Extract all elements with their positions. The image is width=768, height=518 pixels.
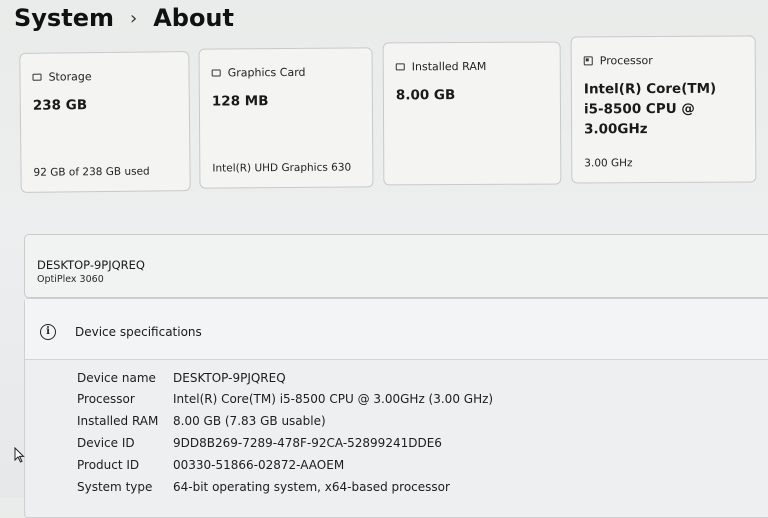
installed-ram-card[interactable]: Installed RAM 8.00 GB (382, 41, 562, 186)
storage-card[interactable]: Storage 238 GB 92 GB of 238 GB used (19, 51, 191, 193)
graphics-adapter-name: Intel(R) UHD Graphics 630 (212, 161, 352, 175)
processor-speed: 3.00 GHz (584, 157, 633, 170)
spec-row-device-name: Device name DESKTOP-9PJQREQ (77, 371, 286, 385)
graphics-card-card[interactable]: Graphics Card 128 MB Intel(R) UHD Graphi… (198, 47, 374, 189)
storage-title-text: Storage (48, 70, 92, 84)
memory-icon (395, 63, 405, 71)
processor-icon (583, 56, 593, 66)
device-name-card: DESKTOP-9PJQREQ OptiPlex 3060 (24, 234, 768, 298)
graphics-card-title: Graphics Card (211, 65, 306, 80)
spec-row-processor: Processor Intel(R) Core(TM) i5-8500 CPU … (77, 392, 493, 406)
processor-card-title: Processor (583, 54, 653, 68)
breadcrumb-system-link[interactable]: System (14, 4, 114, 32)
device-specifications-panel: i Device specifications Device name DESK… (24, 298, 768, 518)
graphics-title-text: Graphics Card (227, 65, 306, 80)
spec-row-product-id: Product ID 00330-51866-02872-AAOEM (77, 458, 344, 472)
graphics-value: 128 MB (211, 93, 269, 110)
page-title: About (153, 4, 234, 32)
storage-card-title: Storage (32, 70, 92, 84)
spec-value: 00330-51866-02872-AAOEM (173, 458, 345, 472)
device-specifications-header[interactable]: i Device specifications (25, 299, 768, 360)
spec-value: 9DD8B269-7289-478F-92CA-52899241DDE6 (173, 436, 442, 450)
spec-value: Intel(R) Core(TM) i5-8500 CPU @ 3.00GHz … (173, 392, 494, 406)
graphics-card-icon (211, 69, 221, 77)
device-model: OptiPlex 3060 (37, 274, 104, 285)
storage-drive-icon (32, 73, 42, 81)
spec-label: Device name (77, 371, 156, 385)
storage-value: 238 GB (32, 97, 88, 114)
ram-value: 8.00 GB (395, 87, 456, 104)
processor-card[interactable]: Processor Intel(R) Core(TM) i5-8500 CPU … (570, 35, 757, 184)
processor-title-text: Processor (599, 54, 653, 68)
breadcrumb: System › About (14, 4, 234, 32)
spec-value: 8.00 GB (7.83 GB usable) (173, 414, 326, 428)
spec-row-device-id: Device ID 9DD8B269-7289-478F-92CA-528992… (77, 436, 442, 450)
spec-label: Device ID (77, 436, 135, 450)
spec-row-system-type: System type 64-bit operating system, x64… (77, 480, 450, 494)
ram-title-text: Installed RAM (411, 59, 487, 74)
breadcrumb-separator-icon: › (129, 7, 138, 29)
spec-label: System type (77, 480, 153, 494)
processor-value: Intel(R) Core(TM) i5-8500 CPU @ 3.00GHz (583, 80, 717, 138)
spec-label: Installed RAM (77, 414, 159, 428)
spec-value: DESKTOP-9PJQREQ (173, 371, 286, 385)
spec-row-installed-ram: Installed RAM 8.00 GB (7.83 GB usable) (77, 414, 326, 428)
ram-card-title: Installed RAM (395, 59, 487, 74)
info-icon: i (40, 324, 56, 340)
device-specifications-title: Device specifications (75, 325, 202, 339)
spec-value: 64-bit operating system, x64-based proce… (173, 480, 450, 494)
spec-label: Product ID (77, 458, 140, 472)
device-name: DESKTOP-9PJQREQ (37, 258, 145, 272)
spec-label: Processor (77, 392, 135, 406)
storage-usage: 92 GB of 238 GB used (33, 165, 150, 179)
